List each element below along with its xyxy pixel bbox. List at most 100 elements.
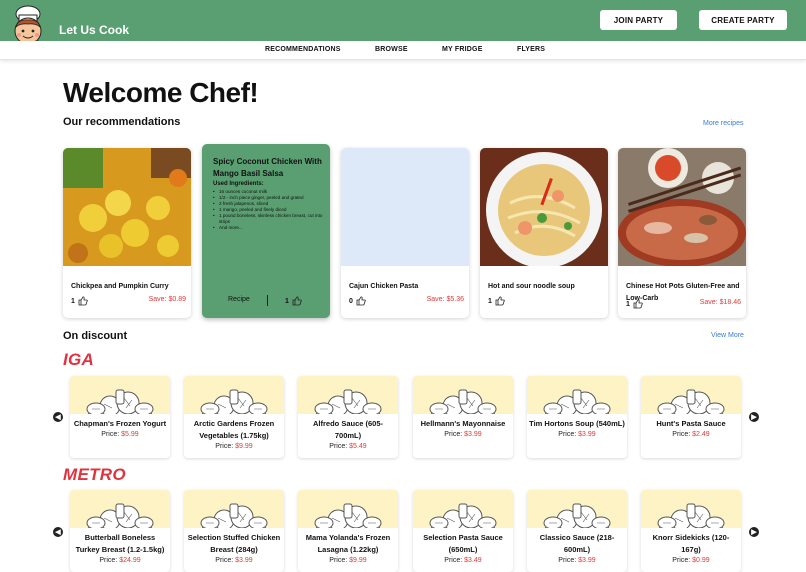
thumbs-up-icon[interactable] — [356, 296, 366, 306]
thumbs-up-icon[interactable] — [633, 299, 643, 309]
ingredient-list: 16 ounces coconut milk 1/2 - inch piece … — [213, 189, 323, 231]
chevron-right-icon[interactable]: ▶ — [749, 412, 759, 422]
recipe-card[interactable]: Chinese Hot Pots Gluten-Free and Low-Car… — [618, 148, 746, 318]
price-value: $3.99 — [578, 557, 596, 564]
product-name: Arctic Gardens Frozen Vegetables (1.75kg… — [193, 419, 275, 440]
product-price: Price: $2.49 — [641, 431, 741, 438]
like-count-value: 1 — [71, 297, 75, 305]
product-card[interactable]: Tim Hortons Soup (540mL) Price: $3.99 — [527, 376, 627, 458]
product-price: Price: $24.99 — [70, 557, 170, 564]
product-image — [184, 376, 284, 429]
recipe-title: Hot and sour noodle soup — [488, 283, 575, 290]
nav-recommendations[interactable]: RECOMMENDATIONS — [265, 46, 341, 53]
product-image — [298, 376, 398, 429]
price-value: $9.99 — [349, 557, 367, 564]
price-value: $5.49 — [349, 443, 367, 450]
featured-recipe-card[interactable]: Spicy Coconut Chicken With Mango Basil S… — [202, 144, 330, 318]
page-title: Welcome Chef! — [63, 77, 259, 108]
discount-heading: On discount — [63, 330, 128, 342]
nav-bar: RECOMMENDATIONS BROWSE MY FRIDGE FLYERS — [0, 41, 806, 60]
chevron-left-icon[interactable]: ◀ — [53, 412, 63, 422]
more-recipes-link[interactable]: More recipes — [703, 120, 743, 127]
price-value: $3.99 — [578, 431, 596, 438]
product-card[interactable]: Selection Pasta Sauce (650mL) Price: $3.4… — [413, 490, 513, 572]
product-name: Knorr Sidekicks (120-167g) — [652, 533, 730, 554]
product-price: Price: $5.99 — [70, 431, 170, 438]
product-price: Price: $9.99 — [298, 557, 398, 564]
price-label: Price: — [215, 557, 234, 564]
price-label: Price: — [672, 431, 691, 438]
product-card[interactable]: Selection Stuffed Chicken Breast (284g) P… — [184, 490, 284, 572]
price-value: $24.99 — [119, 557, 141, 564]
view-more-link[interactable]: View More — [711, 332, 744, 339]
featured-recipe-title: Spicy Coconut Chicken With Mango Basil S… — [213, 157, 322, 178]
product-image — [641, 376, 741, 429]
thumbs-up-icon[interactable] — [78, 296, 88, 306]
product-image — [413, 376, 513, 429]
product-name: Hunt's Pasta Sauce — [656, 419, 726, 428]
top-header: % Let Us Cook JOIN PARTY CREATE PARTY — [0, 0, 806, 53]
product-image — [413, 490, 513, 543]
thumbs-up-icon[interactable] — [292, 296, 302, 306]
like-count[interactable]: 1 — [71, 296, 88, 306]
divider — [267, 295, 268, 306]
product-card[interactable]: Knorr Sidekicks (120-167g) Price: $0.99 — [641, 490, 741, 572]
product-card[interactable]: Hellmann's Mayonnaise Price: $3.99 — [413, 376, 513, 458]
price-label: Price: — [444, 431, 463, 438]
product-card[interactable]: Classico Sauce (218-600mL) Price: $3.99 — [527, 490, 627, 572]
create-party-button[interactable]: CREATE PARTY — [699, 10, 787, 30]
like-count-value: 1 — [285, 297, 289, 305]
product-card[interactable]: Mama Yolanda's Frozen Lasagna (1.22kg) Pr… — [298, 490, 398, 572]
nav-browse[interactable]: BROWSE — [375, 46, 408, 53]
price-label: Price: — [101, 431, 120, 438]
price-value: $9.99 — [235, 443, 253, 450]
product-name: Selection Stuffed Chicken Breast (284g) — [187, 533, 281, 554]
product-card[interactable]: Arctic Gardens Frozen Vegetables (1.75kg… — [184, 376, 284, 458]
recipe-card[interactable]: Hot and sour noodle soup 1 — [480, 148, 608, 318]
like-count[interactable]: 1 — [285, 296, 302, 306]
like-count[interactable]: 1 — [626, 299, 643, 309]
product-name: Tim Hortons Soup (540mL) — [529, 419, 625, 428]
product-price: Price: $3.99 — [184, 557, 284, 564]
product-card[interactable]: Hunt's Pasta Sauce Price: $2.49 — [641, 376, 741, 458]
like-count-value: 0 — [349, 297, 353, 305]
price-value: $3.99 — [235, 557, 253, 564]
like-count[interactable]: 1 — [488, 296, 505, 306]
product-name: Classico Sauce (218-600mL) — [539, 533, 615, 554]
price-label: Price: — [329, 557, 348, 564]
product-image — [298, 490, 398, 543]
product-card[interactable]: Alfredo Sauce (605-700mL) Price: $5.49 — [298, 376, 398, 458]
product-card[interactable]: Chapman's Frozen Yogurt Price: $5.99 — [70, 376, 170, 458]
product-name: Butterball Boneless Turkey Breast (1.2-1… — [75, 533, 165, 554]
nav-flyers[interactable]: FLYERS — [517, 46, 545, 53]
product-card[interactable]: Butterball Boneless Turkey Breast (1.2-1… — [70, 490, 170, 572]
product-price: Price: $9.99 — [184, 443, 284, 450]
recipe-card[interactable]: Cajun Chicken Pasta 0 Save: $5.36 — [341, 148, 469, 318]
recommendations-heading: Our recommendations — [63, 116, 181, 128]
chevron-left-icon[interactable]: ◀ — [53, 527, 63, 537]
recipe-image-placeholder — [341, 148, 469, 266]
product-image — [527, 490, 627, 543]
nav-my-fridge[interactable]: MY FRIDGE — [442, 46, 483, 53]
recipe-card[interactable]: Chickpea and Pumpkin Curry 1 Save: $0.89 — [63, 148, 191, 318]
product-price: Price: $3.99 — [527, 557, 627, 564]
recipe-link[interactable]: Recipe — [228, 296, 250, 303]
chevron-right-icon[interactable]: ▶ — [749, 527, 759, 537]
product-image — [70, 376, 170, 429]
price-label: Price: — [329, 443, 348, 450]
price-label: Price: — [672, 557, 691, 564]
product-name: Mama Yolanda's Frozen Lasagna (1.22kg) — [305, 533, 391, 554]
brand-name[interactable]: Let Us Cook — [59, 23, 129, 37]
savings-amount: Save: $18.46 — [699, 299, 741, 306]
product-price: Price: $3.49 — [413, 557, 513, 564]
price-value: $5.99 — [121, 431, 139, 438]
thumbs-up-icon[interactable] — [495, 296, 505, 306]
product-image — [641, 490, 741, 543]
recipe-title: Cajun Chicken Pasta — [349, 283, 419, 290]
recipe-image-hot-pot — [618, 148, 746, 266]
price-value: $3.49 — [464, 557, 482, 564]
recipe-image-curry — [63, 148, 191, 266]
price-label: Price: — [558, 557, 577, 564]
join-party-button[interactable]: JOIN PARTY — [600, 10, 677, 30]
like-count[interactable]: 0 — [349, 296, 366, 306]
